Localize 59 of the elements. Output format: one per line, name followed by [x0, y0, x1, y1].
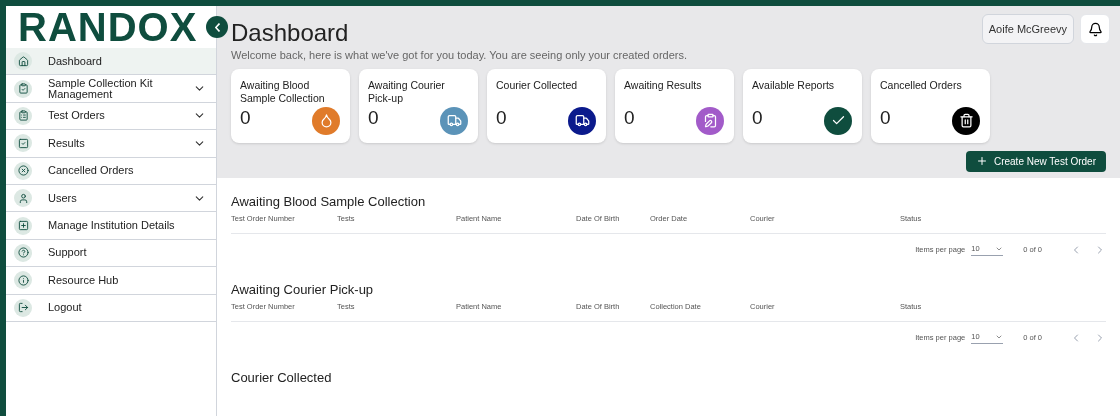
card-label: Awaiting Results [624, 78, 703, 92]
help-icon [17, 247, 29, 259]
menu-label: Cancelled Orders [48, 165, 135, 177]
menu-label: Results [48, 137, 86, 149]
card-count: 0 [496, 106, 507, 130]
card-label: Courier Collected [496, 78, 579, 92]
card-count: 0 [880, 106, 891, 130]
card-count: 0 [752, 106, 763, 130]
trash-icon [958, 113, 974, 128]
status-card[interactable]: Courier Collected 0 [487, 68, 606, 143]
status-card[interactable]: Available Reports 0 [743, 68, 862, 143]
status-card[interactable]: Awaiting Courier Pick-up 0 [359, 68, 478, 143]
info-icon [17, 274, 29, 286]
truck-icon [446, 113, 462, 128]
circle-x-icon [17, 165, 29, 177]
home-icon [17, 55, 29, 67]
welcome-text: Welcome back, here is what we've got for you today. You are seeing only your created orders. [231, 48, 688, 63]
create-order-button[interactable]: Create New Test Order [965, 150, 1106, 172]
card-label: Awaiting Courier Pick-up [368, 78, 446, 105]
drop-icon [318, 113, 334, 128]
card-count: 0 [240, 106, 251, 130]
page-title: Dashboard [231, 20, 349, 46]
card-label: Awaiting Blood Sample Collection [240, 78, 326, 105]
user-button[interactable]: Aoife McGreevy [981, 14, 1074, 44]
card-count: 0 [624, 106, 635, 130]
plus-icon [975, 155, 988, 167]
logout-icon [17, 302, 29, 314]
menu-label: Support [48, 247, 88, 259]
section-title: Awaiting Blood Sample Collection [231, 192, 427, 208]
menu-label: Sample Collection Kit Management [48, 77, 154, 100]
section-title: Awaiting Courier Pick-up [231, 280, 375, 296]
card-label: Cancelled Orders [880, 78, 963, 92]
clipboard-check-icon [17, 83, 29, 95]
caret-icon [995, 333, 1004, 341]
card-label: Available Reports [752, 78, 836, 92]
status-card[interactable]: Awaiting Results 0 [615, 68, 734, 143]
menu-label: Logout [48, 302, 83, 314]
list-icon [17, 110, 29, 122]
caret-icon [995, 245, 1004, 253]
user-icon [17, 192, 29, 204]
chevron-left-icon [214, 22, 220, 32]
sidebar-item[interactable]: Dashboard [6, 48, 216, 76]
clipboard-icon [702, 113, 718, 128]
section-title: Courier Collected [231, 368, 333, 384]
status-card[interactable]: Awaiting Blood Sample Collection 0 [231, 68, 350, 143]
menu-label: Manage Institution Details [48, 220, 176, 232]
menu-label: Test Orders [48, 110, 106, 122]
truck-icon [574, 113, 590, 128]
menu-label: Dashboard [48, 55, 103, 67]
checkbox-icon [17, 137, 29, 149]
menu-label: Users [48, 192, 78, 204]
collapse-button[interactable] [206, 16, 228, 38]
menu-label: Resource Hub [48, 274, 120, 286]
logo: RANDOX [18, 7, 198, 47]
plus-icon [17, 220, 29, 232]
status-card[interactable]: Cancelled Orders 0 [871, 68, 990, 143]
bell-icon [1087, 21, 1103, 37]
card-count: 0 [368, 106, 379, 130]
notification-button[interactable] [1080, 14, 1110, 44]
